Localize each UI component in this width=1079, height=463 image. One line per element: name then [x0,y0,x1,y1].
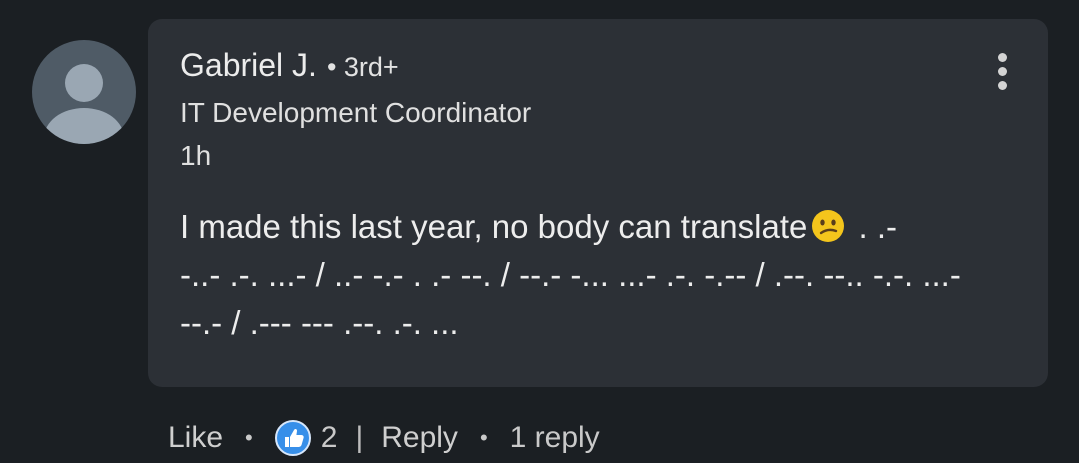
author-line: Gabriel J. • 3rd+ [180,47,399,84]
confused-face-icon [812,210,845,242]
like-reaction-icon[interactable] [274,420,311,456]
reply-button[interactable]: Reply [381,421,458,455]
separator-dot: • [245,425,253,450]
actions-divider: | [355,421,364,454]
comment-thread: Gabriel J. • 3rd+ IT Development Coordin… [0,0,1079,463]
comment-timestamp: 1h [180,140,212,171]
avatar[interactable] [32,40,136,144]
like-button[interactable]: Like [168,421,223,455]
separator-dot: • [479,425,488,450]
comment-actions: Like • 2 | Reply • 1 reply [168,420,600,456]
comment-text-before-emoji: I made this last year, no body can trans… [180,208,808,245]
comment-card: Gabriel J. • 3rd+ IT Development Coordin… [148,19,1048,387]
avatar-head-shape [65,64,103,102]
author-headline: IT Development Coordinator [180,97,532,128]
connection-degree-value: 3rd+ [343,52,399,82]
replies-count-link[interactable]: 1 reply [510,421,600,455]
avatar-shoulders-shape [44,108,124,144]
author-name[interactable]: Gabriel J. [180,47,317,84]
more-options-icon[interactable] [994,53,1010,93]
connection-degree: • 3rd+ [326,52,399,82]
reaction-count[interactable]: 2 [321,421,338,455]
comment-text: I made this last year, no body can trans… [180,203,1010,347]
